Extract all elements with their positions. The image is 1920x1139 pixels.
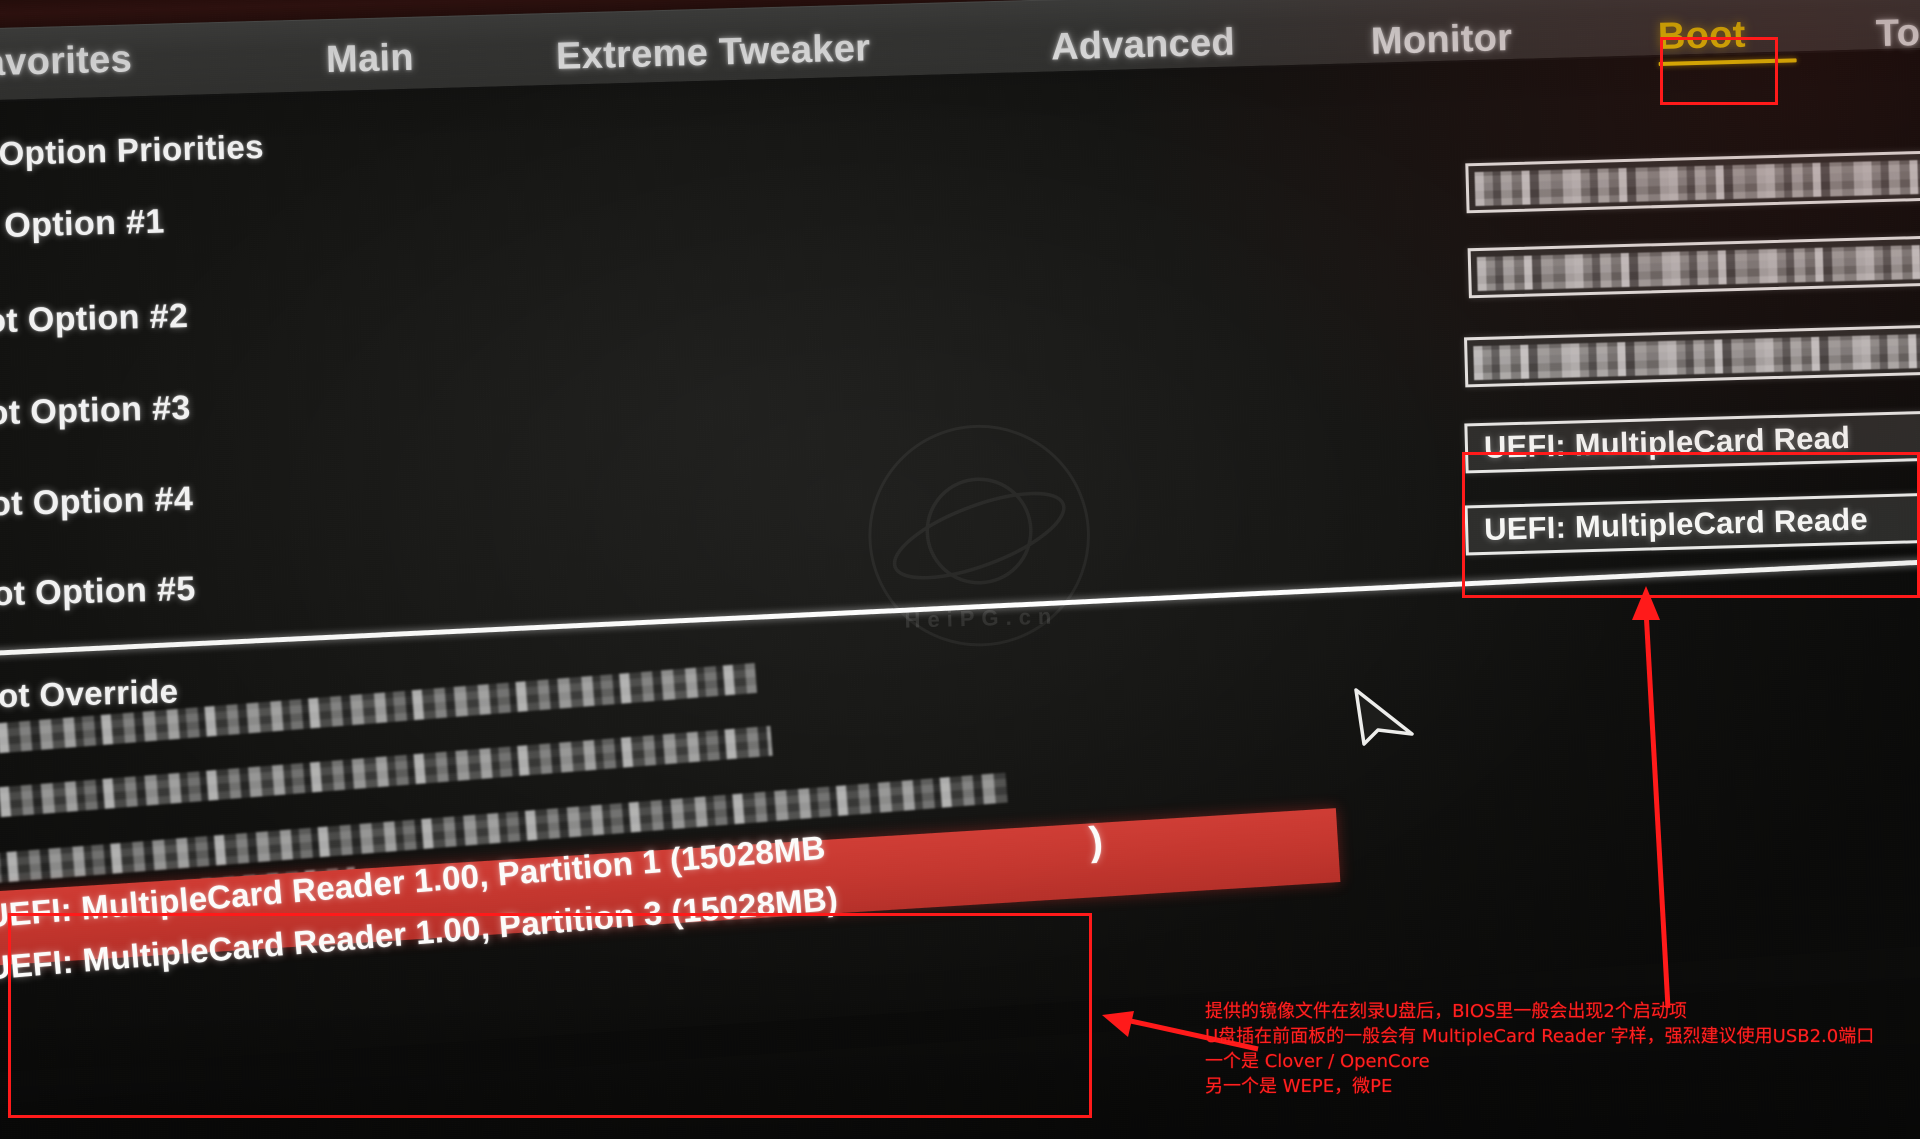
tab-monitor-label: Monitor (1370, 17, 1513, 63)
boot-option-3-label: Boot Option #3 (0, 388, 192, 434)
tab-advanced-label: Advanced (1050, 21, 1236, 69)
annotation-line-4: 另一个是 WEPE，微PE (1205, 1076, 1393, 1097)
tab-tool[interactable]: To (1875, 12, 1920, 56)
boot-option-2-label: Boot Option #2 (0, 296, 189, 342)
tab-main-label: Main (325, 36, 415, 82)
boot-option-priorities-header: oot Option Priorities (0, 127, 265, 174)
tab-extreme-tweaker[interactable]: Extreme Tweaker (556, 27, 871, 78)
bios-screen-photo: y Favorite(F3) Qfan Control(F6) EZ Tunin… (0, 0, 1920, 1139)
annotation-line-3: 一个是 Clover / OpenCore (1205, 1051, 1430, 1072)
boot-option-4-label: Boot Option #4 (0, 479, 194, 525)
bios-arrow-cursor-icon[interactable] (1352, 688, 1422, 755)
annotation-arrow-up (1632, 586, 1671, 1009)
tab-monitor[interactable]: Monitor (1370, 17, 1513, 64)
boot-option-2-value-box[interactable] (1467, 234, 1920, 299)
tab-advanced[interactable]: Advanced (1050, 22, 1235, 70)
tab-tool-label: To (1875, 11, 1920, 56)
boot-option-1-label: oot Option #1 (0, 202, 166, 247)
boot-option-1-censored-value (1474, 158, 1920, 207)
annotation-box-boot-tab (1660, 37, 1778, 105)
tab-my-favorites-label: y Favorites (0, 38, 133, 86)
boot-option-3-censored-value (1473, 332, 1920, 381)
tab-main[interactable]: Main (326, 37, 415, 82)
boot-option-5-label: Boot Option #5 (0, 569, 197, 615)
annotation-line-2: U盘插在前面板的一般会有 MultipleCard Reader 字样，强烈建议… (1205, 1026, 1875, 1047)
boot-override-header: Boot Override (0, 672, 179, 716)
annotation-line-1: 提供的镜像文件在刻录U盘后，BIOS里一般会出现2个启动项 (1205, 1001, 1687, 1022)
watermark-saturn-icon (861, 418, 1097, 654)
boot-override-trailing-glyph: ) (1087, 819, 1105, 865)
boot-option-3-value-box[interactable] (1463, 323, 1920, 388)
tab-my-favorites[interactable]: y Favorites (0, 38, 133, 87)
tab-extreme-tweaker-label: Extreme Tweaker (555, 27, 871, 78)
boot-option-1-value-box[interactable] (1465, 149, 1920, 214)
boot-option-2-censored-value (1476, 243, 1920, 292)
annotation-box-override-entries (8, 913, 1092, 1118)
